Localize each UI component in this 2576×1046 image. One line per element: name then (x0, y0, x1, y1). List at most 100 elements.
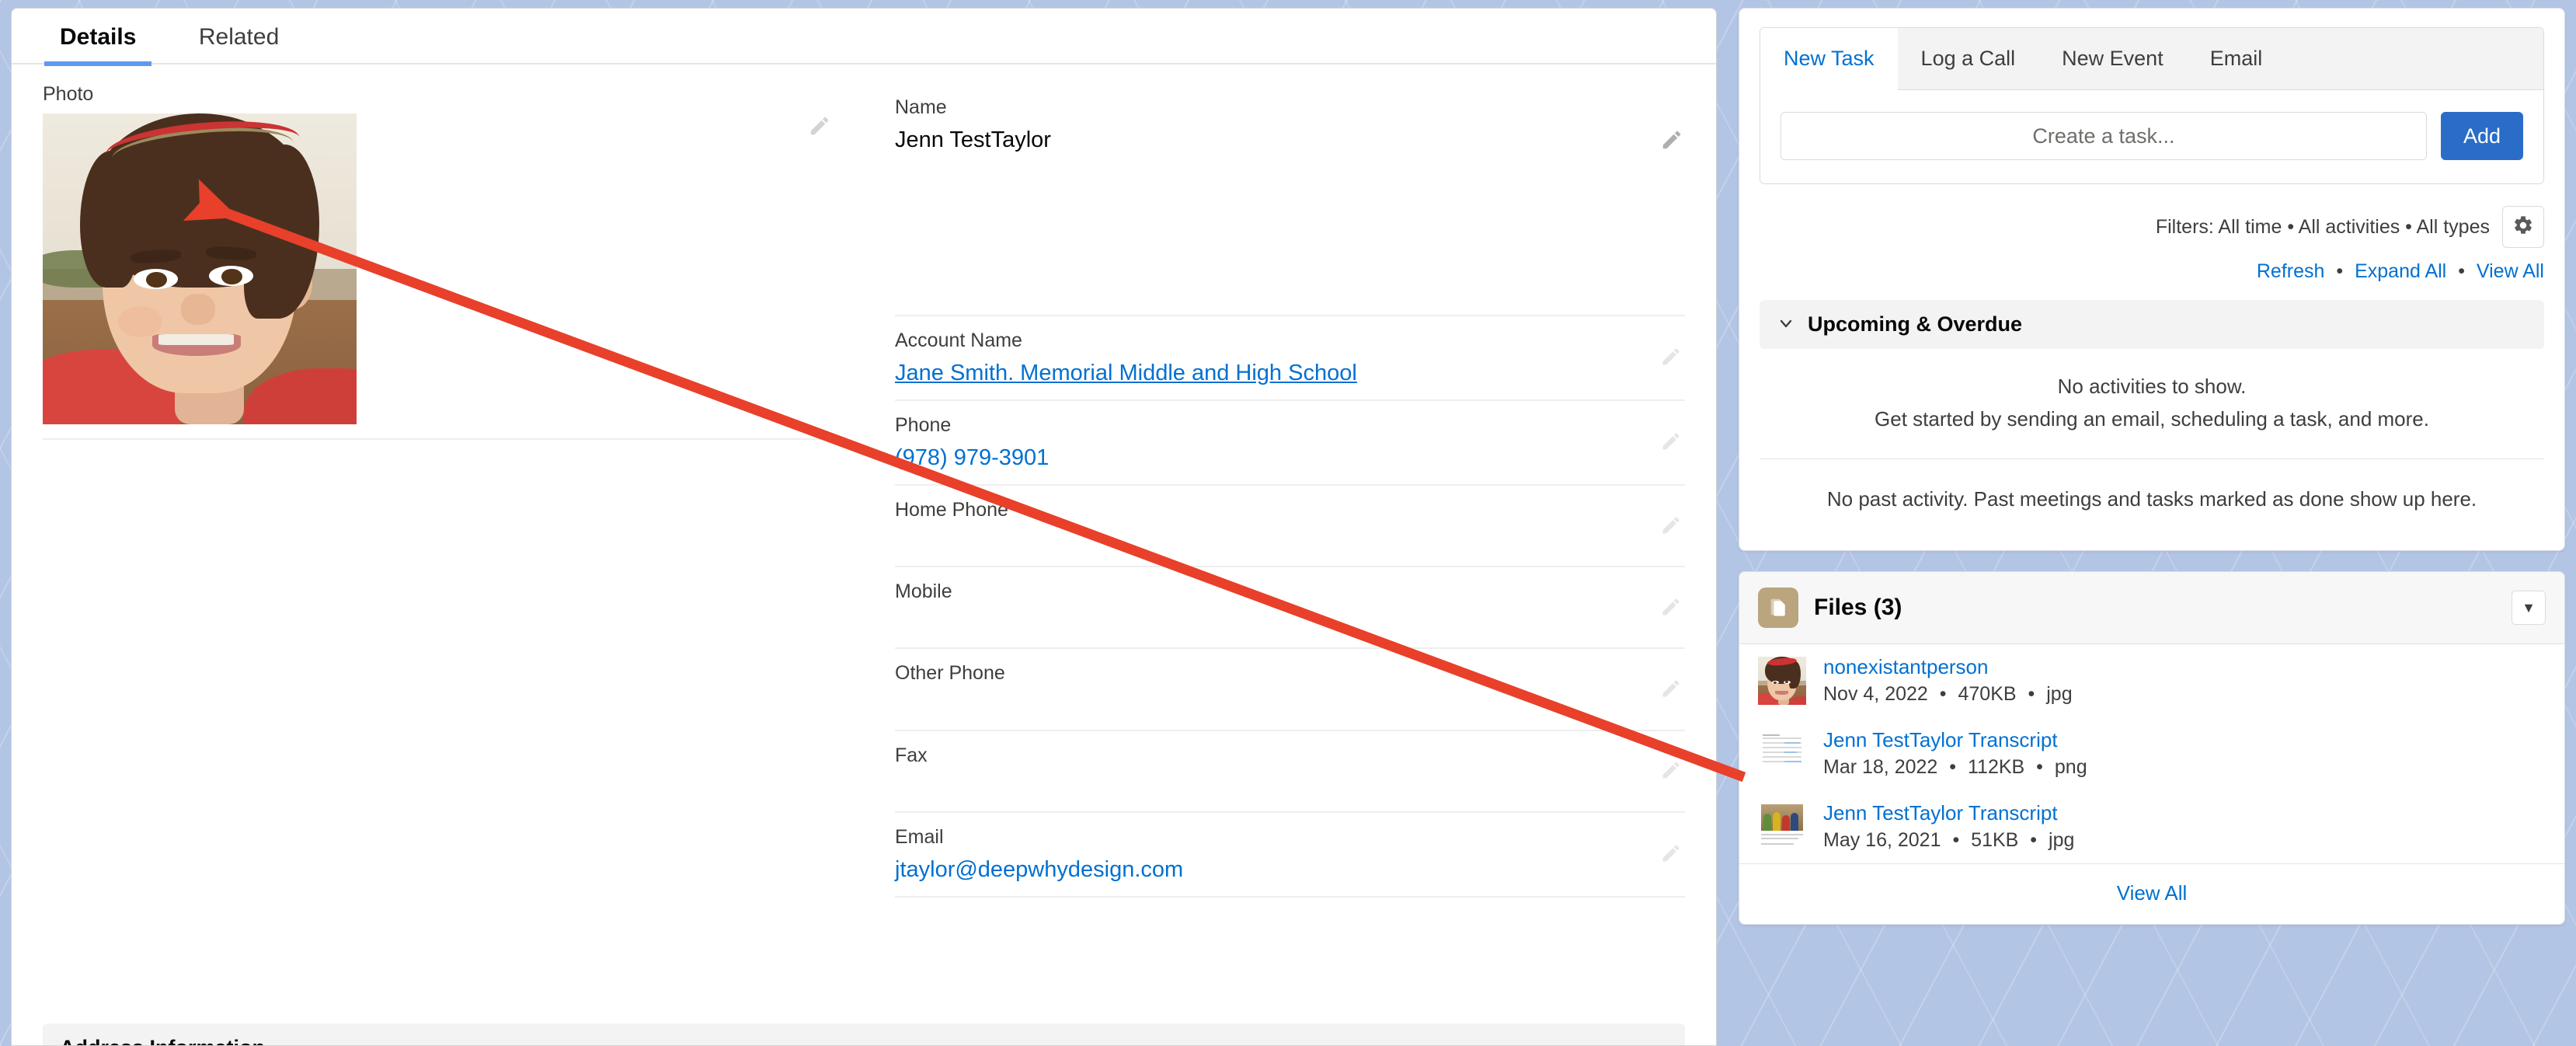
file-list-item[interactable]: Jenn TestTaylor Transcript Mar 18, 2022 … (1739, 717, 2564, 790)
portrait-image (43, 113, 357, 424)
upcoming-overdue-section-header[interactable]: Upcoming & Overdue (1760, 300, 2544, 349)
field-email: Email jtaylor@deepwhydesign.com (895, 813, 1685, 898)
composer-tab-new-task[interactable]: New Task (1760, 28, 1898, 90)
view-all-link[interactable]: View All (2477, 260, 2544, 282)
edit-email-pencil-icon[interactable] (1660, 842, 1683, 866)
field-name-value: Jenn TestTaylor (895, 127, 1051, 153)
file-info: Jenn TestTaylor Transcript Mar 18, 2022 … (1823, 727, 2087, 781)
field-home-phone-value (895, 528, 1685, 555)
file-name-link[interactable]: Jenn TestTaylor Transcript (1823, 727, 2087, 754)
activity-filters-text: Filters: All time • All activities • All… (2155, 215, 2490, 238)
upcoming-empty-state: No activities to show. Get started by se… (1760, 349, 2544, 460)
file-list-item[interactable]: nonexistantperson Nov 4, 2022 • 470KB • … (1739, 644, 2564, 717)
chevron-down-icon: ▼ (2522, 599, 2536, 615)
files-panel-menu-button[interactable]: ▼ (2512, 591, 2546, 626)
file-thumbnail (1758, 730, 1806, 779)
activity-settings-button[interactable] (2502, 206, 2544, 248)
file-date: Nov 4, 2022 (1823, 683, 1928, 706)
edit-fax-pencil-icon[interactable] (1660, 759, 1683, 783)
file-info: Jenn TestTaylor Transcript May 16, 2021 … (1823, 800, 2074, 854)
empty-state-line-2: Get started by sending an email, schedul… (1875, 406, 2429, 431)
file-extension: jpg (2049, 829, 2075, 852)
edit-mobile-pencil-icon[interactable] (1660, 596, 1683, 619)
field-fax-value (895, 774, 1685, 800)
activity-filters-row: Filters: All time • All activities • All… (1760, 206, 2544, 248)
add-task-button[interactable]: Add (2440, 112, 2523, 160)
composer-tab-new-event[interactable]: New Event (2038, 28, 2187, 90)
field-email-label: Email (895, 825, 944, 848)
expand-all-link[interactable]: Expand All (2355, 260, 2446, 282)
activity-composer: New Task Log a Call New Event Email Add (1760, 27, 2544, 184)
field-other-phone: Other Phone (895, 649, 1685, 731)
tab-details[interactable]: Details (30, 9, 165, 66)
record-fields-body: Photo Name Jenn TestTaylor Account Name … (12, 65, 1716, 898)
field-account-name-value[interactable]: Jane Smith. Memorial Middle and High Sch… (895, 359, 1685, 389)
edit-account-name-pencil-icon[interactable] (1660, 346, 1683, 369)
link-separator-1: • (2336, 260, 2344, 282)
file-name-link[interactable]: Jenn TestTaylor Transcript (1823, 800, 2074, 827)
file-size: 51KB (1971, 829, 2019, 852)
file-list-item[interactable]: Jenn TestTaylor Transcript May 16, 2021 … (1739, 790, 2564, 863)
file-meta: Mar 18, 2022 • 112KB • png (1823, 754, 2087, 781)
field-account-name: Account Name Jane Smith. Memorial Middle… (895, 316, 1685, 401)
edit-phone-pencil-icon[interactable] (1660, 431, 1683, 454)
chevron-down-icon (1777, 314, 1795, 336)
right-sidebar: New Task Log a Call New Event Email Add … (1739, 0, 2565, 926)
link-separator-2: • (2458, 260, 2465, 282)
composer-body: Add (1760, 90, 2543, 183)
field-home-phone-label: Home Phone (895, 498, 1008, 521)
create-task-input[interactable] (1781, 112, 2427, 160)
salesforce-contact-record-page: Details Related Photo Name Jenn TestTayl… (0, 0, 2576, 1046)
document-thumbnail-icon (1758, 730, 1806, 779)
record-tab-bar: Details Related (12, 9, 1716, 66)
files-panel-header: Files (3) ▼ (1739, 572, 2564, 645)
address-information-title: Address Information (60, 1036, 1685, 1045)
field-phone: Phone (978) 979-3901 (895, 401, 1685, 486)
activity-links-row: Refresh • Expand All • View All (1760, 260, 2544, 283)
file-meta-separator-2: • (2030, 829, 2038, 852)
field-home-phone: Home Phone (895, 486, 1685, 568)
gear-icon (2512, 214, 2534, 240)
activity-panel: New Task Log a Call New Event Email Add … (1739, 8, 2565, 552)
files-panel-footer: View All (1739, 863, 2564, 924)
files-icon (1758, 588, 1798, 629)
file-meta-separator-2: • (2028, 683, 2035, 706)
field-name: Name Jenn TestTaylor (895, 83, 1685, 316)
field-photo: Photo (43, 83, 833, 440)
field-mobile-value (895, 610, 1685, 636)
file-name-link[interactable]: nonexistantperson (1823, 654, 2073, 681)
field-other-phone-value (895, 692, 1685, 719)
edit-photo-pencil-icon[interactable] (808, 114, 831, 138)
field-email-value[interactable]: jtaylor@deepwhydesign.com (895, 856, 1685, 885)
refresh-link[interactable]: Refresh (2257, 260, 2325, 282)
file-meta: May 16, 2021 • 51KB • jpg (1823, 827, 2074, 854)
file-meta-separator-1: • (1949, 756, 1957, 779)
edit-name-pencil-icon[interactable] (1660, 128, 1683, 152)
file-thumbnail (1758, 803, 1806, 852)
file-thumbnail (1758, 657, 1806, 706)
field-phone-value[interactable]: (978) 979-3901 (895, 444, 1685, 473)
file-size: 470KB (1958, 683, 2017, 706)
address-information-section-header[interactable]: Address Information (43, 1023, 1685, 1045)
record-column-right: Name Jenn TestTaylor Account Name Jane S… (864, 83, 1716, 898)
file-date: May 16, 2021 (1823, 829, 1941, 852)
composer-tab-bar: New Task Log a Call New Event Email (1760, 28, 2543, 90)
tab-related[interactable]: Related (169, 9, 308, 65)
empty-state-line-1: No activities to show. (2057, 375, 2247, 398)
composer-tab-filler (2285, 28, 2543, 90)
field-account-name-label: Account Name (895, 329, 1022, 351)
edit-other-phone-pencil-icon[interactable] (1660, 678, 1683, 701)
file-date: Mar 18, 2022 (1823, 756, 1938, 779)
record-column-left: Photo (12, 83, 864, 898)
file-meta-separator-1: • (1939, 683, 1947, 706)
edit-home-phone-pencil-icon[interactable] (1660, 514, 1683, 538)
file-size: 112KB (1968, 756, 2025, 779)
contact-photo[interactable] (43, 113, 357, 424)
composer-tab-email[interactable]: Email (2186, 28, 2286, 90)
files-view-all-link[interactable]: View All (2117, 881, 2188, 905)
field-name-label: Name (895, 96, 947, 118)
photo-thumbnail-icon (1758, 803, 1806, 852)
composer-tab-log-a-call[interactable]: Log a Call (1897, 28, 2039, 90)
file-extension: jpg (2046, 683, 2073, 706)
file-meta: Nov 4, 2022 • 470KB • jpg (1823, 681, 2073, 708)
